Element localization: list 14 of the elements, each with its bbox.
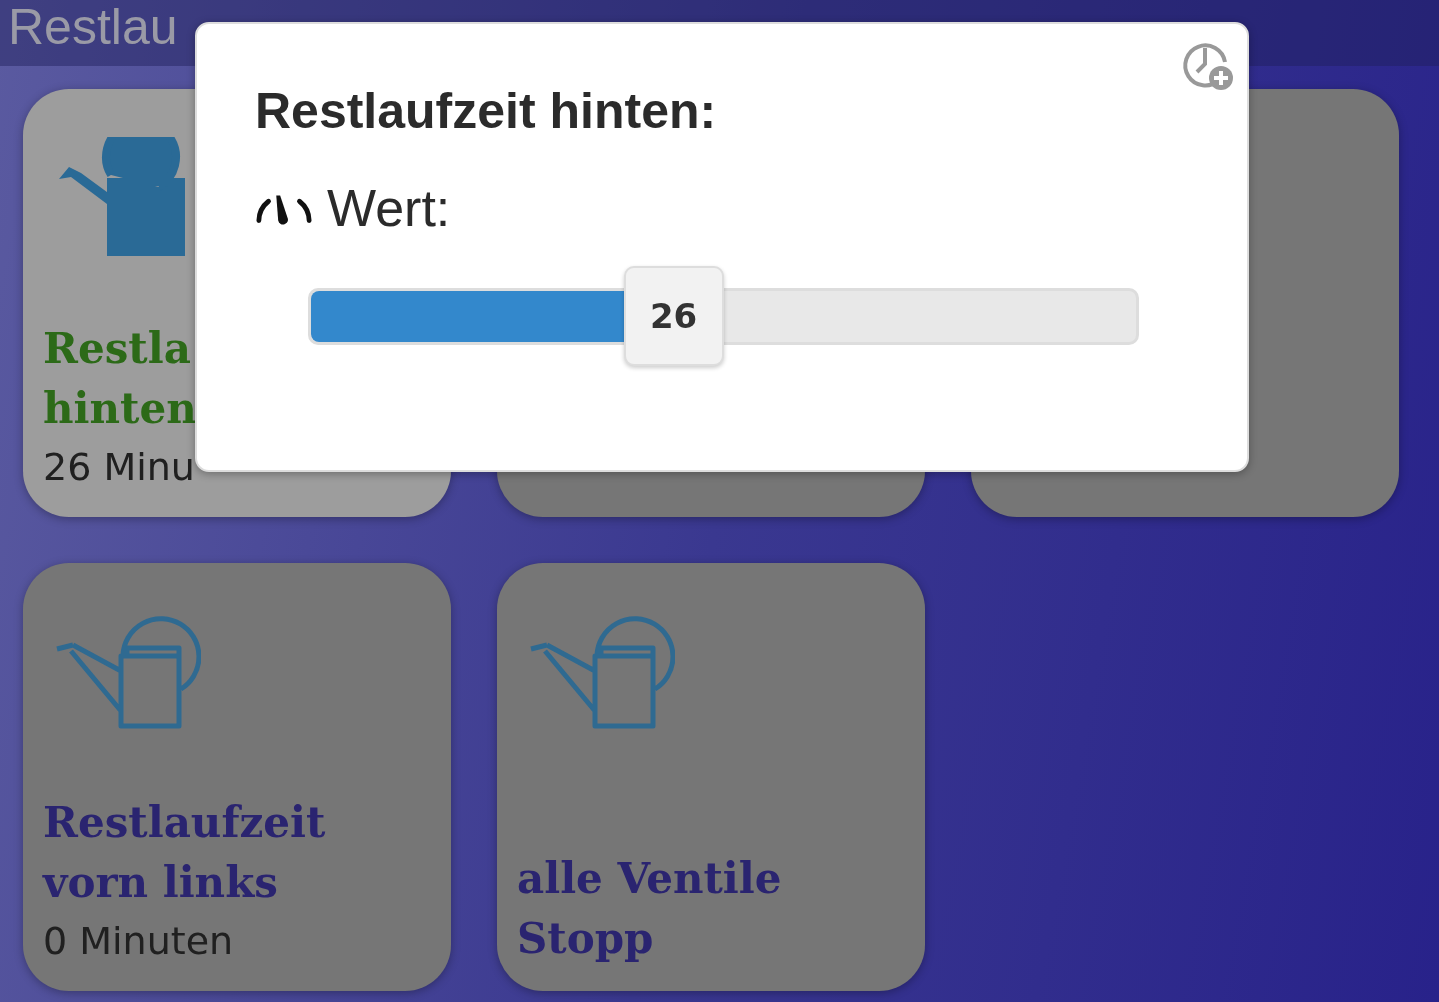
tile-title: Stopp: [517, 913, 655, 965]
tile-title: Restlaufzeit: [43, 797, 327, 849]
tile-card[interactable]: alle Ventile Stopp: [497, 563, 925, 991]
page-title: Restlau: [8, 2, 178, 52]
tile-title: alle Ventile: [517, 853, 783, 905]
tile-value: 26 Minu: [43, 444, 196, 491]
tile-card[interactable]: Restlaufzeit vorn links 0 Minuten: [23, 563, 451, 991]
tile-value: 0 Minuten: [43, 918, 235, 965]
slider-thumb[interactable]: 26: [623, 266, 724, 366]
value-label: Wert:: [327, 178, 451, 238]
tile-title: hinten: [43, 383, 198, 435]
dialog-title: Restlaufzeit hinten:: [255, 82, 718, 140]
tile-title: Restla: [43, 323, 192, 375]
tile-title: vorn links: [43, 857, 279, 909]
